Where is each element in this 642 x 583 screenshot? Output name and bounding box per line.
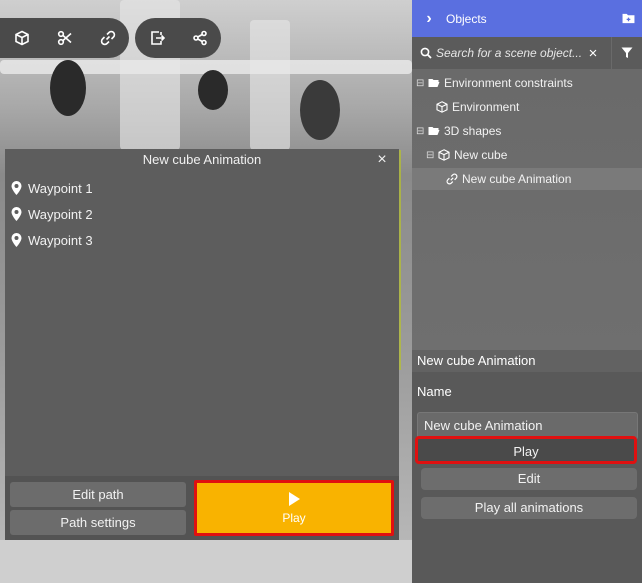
toolbar [0,18,221,58]
cube-icon [436,101,448,113]
animation-panel-actions: Edit path Path settings Play [5,476,399,540]
link-icon [446,173,458,185]
toolbar-group-share [135,18,221,58]
waypoint-label: Waypoint 2 [28,206,93,222]
collapse-icon[interactable]: ⊟ [416,78,426,89]
edit-path-button[interactable]: Edit path [10,482,186,507]
tree-node-label: 3D shapes [444,124,502,138]
scene-engine [198,70,228,110]
tree-node-label: Environment [452,100,520,114]
play-button[interactable]: Play [194,480,394,536]
tree-node-environment-constraints[interactable]: ⊟ Environment constraints [416,72,573,94]
export-icon[interactable] [135,18,178,58]
play-button[interactable]: Play [415,436,637,464]
objects-panel: › Objects × ⊟ Environment constraints En… [412,0,642,583]
waypoint-label: Waypoint 1 [28,180,93,196]
clear-search-icon[interactable]: × [586,45,600,62]
tree-node-label: New cube Animation [462,172,572,186]
folder-open-icon [428,127,440,135]
scissors-icon[interactable] [43,18,86,58]
scene-beam [250,20,290,150]
properties-panel: New cube Animation Name New cube Animati… [412,350,642,583]
location-pin-icon [11,181,22,195]
chevron-right-icon[interactable]: › [412,10,446,28]
scene-engine [50,60,86,116]
tree-node-environment[interactable]: Environment [436,96,519,118]
folder-open-icon [428,79,440,87]
tree-node-label: New cube [454,148,508,162]
path-settings-button[interactable]: Path settings [10,510,186,535]
properties-title: New cube Animation [412,350,642,372]
collapse-icon[interactable]: ⊟ [426,150,436,161]
objects-title: Objects [446,11,487,26]
close-icon[interactable]: × [374,149,390,171]
link-icon[interactable] [86,18,129,58]
waypoint-item[interactable]: Waypoint 3 [5,227,399,253]
play-icon [288,491,300,506]
search-input[interactable] [436,46,586,60]
add-folder-icon[interactable] [614,0,642,37]
tree-node-new-cube-animation[interactable]: New cube Animation [412,168,642,190]
play-all-animations-button[interactable]: Play all animations [421,497,637,519]
animation-panel: New cube Animation × Waypoint 1 Waypoint… [5,149,399,540]
cube-icon[interactable] [0,18,43,58]
search-row: × [412,37,642,69]
search-box: × [416,40,611,66]
tree-node-new-cube[interactable]: ⊟ New cube [426,144,507,166]
search-icon [420,47,432,59]
location-pin-icon [11,207,22,221]
scene-engine [300,80,340,140]
collapse-icon[interactable]: ⊟ [416,126,426,137]
cube-icon [438,149,450,161]
name-label: Name [417,384,452,399]
waypoint-item[interactable]: Waypoint 2 [5,201,399,227]
edit-button[interactable]: Edit [421,468,637,490]
scene-floor [0,540,412,583]
toolbar-group-edit [0,18,129,58]
waypoint-label: Waypoint 3 [28,232,93,248]
tree-node-label: Environment constraints [444,76,573,90]
play-button-label: Play [282,510,306,525]
filter-icon[interactable] [611,37,642,69]
objects-header: › Objects [412,0,642,37]
object-tree: ⊟ Environment constraints Environment ⊟ … [412,69,642,350]
location-pin-icon [11,233,22,247]
animation-panel-header: New cube Animation × [5,149,399,171]
share-icon[interactable] [178,18,221,58]
waypoint-item[interactable]: Waypoint 1 [5,175,399,201]
animation-panel-title: New cube Animation [142,152,262,167]
tree-node-3d-shapes[interactable]: ⊟ 3D shapes [416,120,501,142]
